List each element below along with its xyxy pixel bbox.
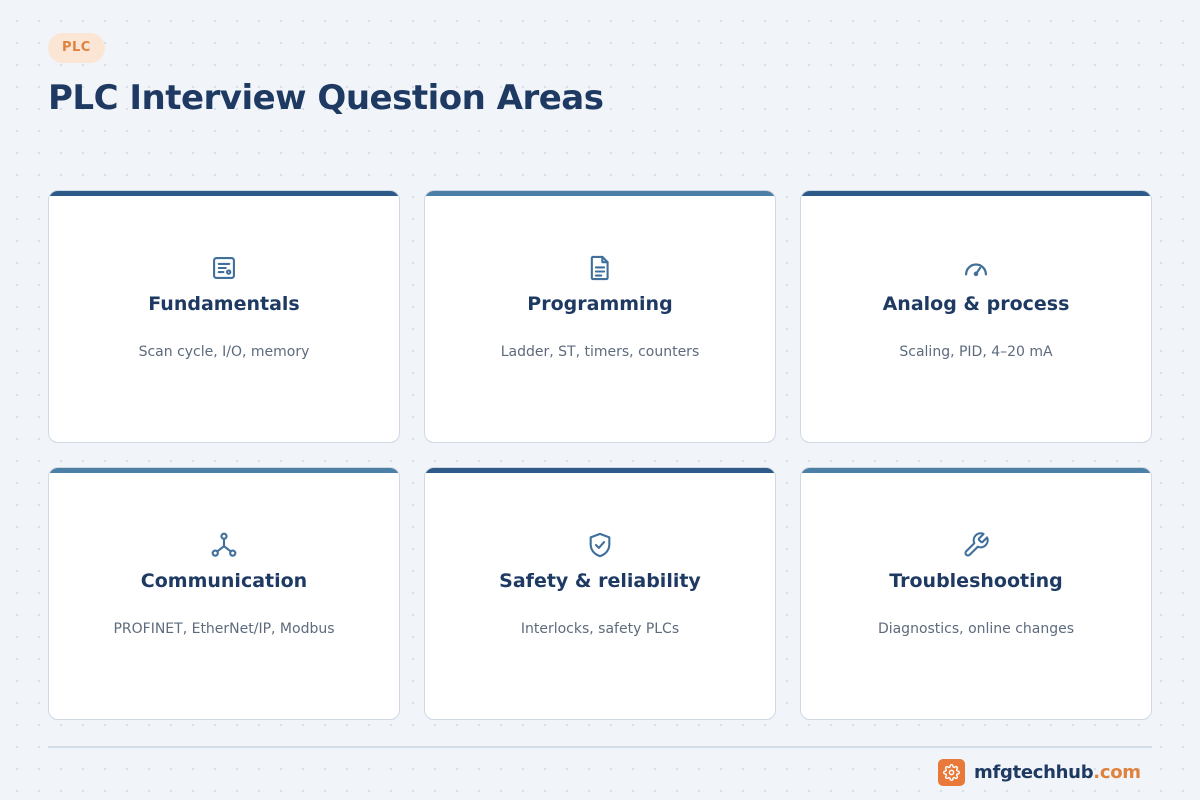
- card-programming[interactable]: Programming Ladder, ST, timers, counters: [424, 190, 776, 443]
- card-title: Safety & reliability: [499, 570, 701, 592]
- document-icon: [586, 254, 614, 282]
- card-fundamentals[interactable]: Fundamentals Scan cycle, I/O, memory: [48, 190, 400, 443]
- card-accent-bar: [425, 468, 775, 473]
- gear-icon: [938, 758, 965, 786]
- card-title: Troubleshooting: [889, 570, 1063, 592]
- card-analog-process[interactable]: Analog & process Scaling, PID, 4–20 mA: [800, 190, 1152, 443]
- card-description: Scaling, PID, 4–20 mA: [899, 344, 1053, 360]
- card-communication[interactable]: Communication PROFINET, EtherNet/IP, Mod…: [48, 467, 400, 720]
- category-tag: PLC: [48, 33, 105, 63]
- shield-check-icon: [586, 531, 614, 559]
- brand-tld: .com: [1093, 761, 1141, 783]
- card-description: Ladder, ST, timers, counters: [500, 344, 700, 360]
- card-description: Scan cycle, I/O, memory: [138, 344, 310, 360]
- card-accent-bar: [801, 191, 1151, 196]
- card-description: Diagnostics, online changes: [877, 621, 1075, 637]
- footer-divider: [48, 746, 1152, 748]
- card-title: Fundamentals: [148, 293, 300, 315]
- card-title: Analog & process: [882, 293, 1070, 315]
- card-grid: Fundamentals Scan cycle, I/O, memory Pro…: [48, 190, 1152, 720]
- card-troubleshooting[interactable]: Troubleshooting Diagnostics, online chan…: [800, 467, 1152, 720]
- card-accent-bar: [49, 468, 399, 473]
- card-accent-bar: [801, 468, 1151, 473]
- cpu-module-icon: [210, 254, 238, 282]
- card-description: PROFINET, EtherNet/IP, Modbus: [113, 621, 335, 637]
- card-accent-bar: [49, 191, 399, 196]
- gauge-icon: [962, 254, 990, 282]
- card-safety-reliability[interactable]: Safety & reliability Interlocks, safety …: [424, 467, 776, 720]
- card-description: Interlocks, safety PLCs: [520, 621, 680, 637]
- card-title: Programming: [527, 293, 673, 315]
- brand-name: mfgtechhub: [974, 761, 1094, 783]
- card-title: Communication: [140, 570, 308, 592]
- page-title: PLC Interview Question Areas: [48, 78, 604, 118]
- brand-logo-link[interactable]: mfgtechhub .com: [938, 758, 1141, 786]
- wrench-icon: [962, 531, 990, 559]
- card-accent-bar: [425, 191, 775, 196]
- network-icon: [210, 531, 238, 559]
